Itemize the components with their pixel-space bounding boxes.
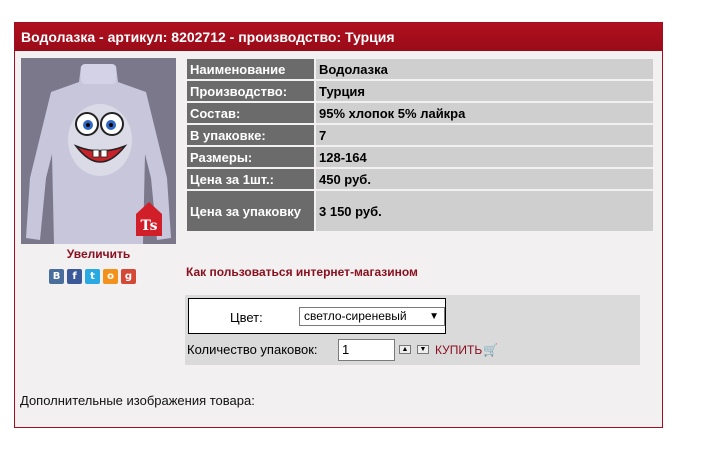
order-form: Цвет: светло-сиреневый ▼ Количество упак… — [185, 295, 640, 365]
table-row: Цена за 1шт.: 450 руб. — [187, 169, 653, 189]
google-plus-icon[interactable]: g — [121, 269, 136, 284]
enlarge-link[interactable]: Увеличить — [21, 247, 176, 261]
facebook-icon[interactable]: f — [67, 269, 82, 284]
product-title: Водолазка - артикул: 8202712 - производс… — [15, 23, 662, 51]
product-photo[interactable]: Ts — [21, 58, 176, 244]
decrement-button[interactable]: ▼ — [417, 345, 429, 354]
property-value: 450 руб. — [316, 169, 653, 189]
dropdown-arrow-icon: ▼ — [429, 311, 439, 322]
property-value: 128-164 — [316, 147, 653, 167]
howto-link[interactable]: Как пользоваться интернет-магазином — [186, 265, 418, 279]
twitter-icon[interactable]: t — [85, 269, 100, 284]
property-key: Цена за упаковку — [187, 191, 314, 231]
vk-icon[interactable]: В — [49, 269, 64, 284]
property-value: 3 150 руб. — [316, 191, 653, 231]
product-properties-table: Наименование Водолазка Производство: Тур… — [185, 57, 655, 233]
buy-label: КУПИТЬ — [435, 343, 483, 357]
color-select[interactable]: светло-сиреневый ▼ — [299, 307, 445, 326]
table-row: В упаковке: 7 — [187, 125, 653, 145]
quantity-label: Количество упаковок: — [187, 342, 318, 357]
table-row: Состав: 95% хлопок 5% лайкра — [187, 103, 653, 123]
color-select-value: светло-сиреневый — [304, 309, 407, 323]
color-picker: Цвет: светло-сиреневый ▼ — [188, 298, 446, 334]
property-value: 95% хлопок 5% лайкра — [316, 103, 653, 123]
product-panel: Водолазка - артикул: 8202712 - производс… — [14, 22, 663, 428]
svg-text:Ts: Ts — [140, 218, 157, 234]
property-key: Наименование — [187, 59, 314, 79]
cart-icon: 🛒 — [483, 343, 499, 357]
property-key: В упаковке: — [187, 125, 314, 145]
color-label: Цвет: — [230, 310, 263, 325]
table-row: Наименование Водолазка — [187, 59, 653, 79]
property-key: Цена за 1шт.: — [187, 169, 314, 189]
buy-button[interactable]: КУПИТЬ 🛒 — [435, 343, 498, 357]
table-row: Цена за упаковку 3 150 руб. — [187, 191, 653, 231]
odnoklassniki-icon[interactable]: о — [103, 269, 118, 284]
table-row: Размеры: 128-164 — [187, 147, 653, 167]
table-row: Производство: Турция — [187, 81, 653, 101]
property-value: Турция — [316, 81, 653, 101]
property-key: Производство: — [187, 81, 314, 101]
turtleneck-image: Ts — [21, 58, 176, 244]
property-key: Размеры: — [187, 147, 314, 167]
share-buttons: В f t о g — [49, 269, 136, 285]
quantity-input[interactable]: 1 — [338, 339, 395, 361]
increment-button[interactable]: ▲ — [399, 345, 411, 354]
property-value: Водолазка — [316, 59, 653, 79]
property-key: Состав: — [187, 103, 314, 123]
extra-images-heading: Дополнительные изображения товара: — [20, 393, 255, 408]
property-value: 7 — [316, 125, 653, 145]
